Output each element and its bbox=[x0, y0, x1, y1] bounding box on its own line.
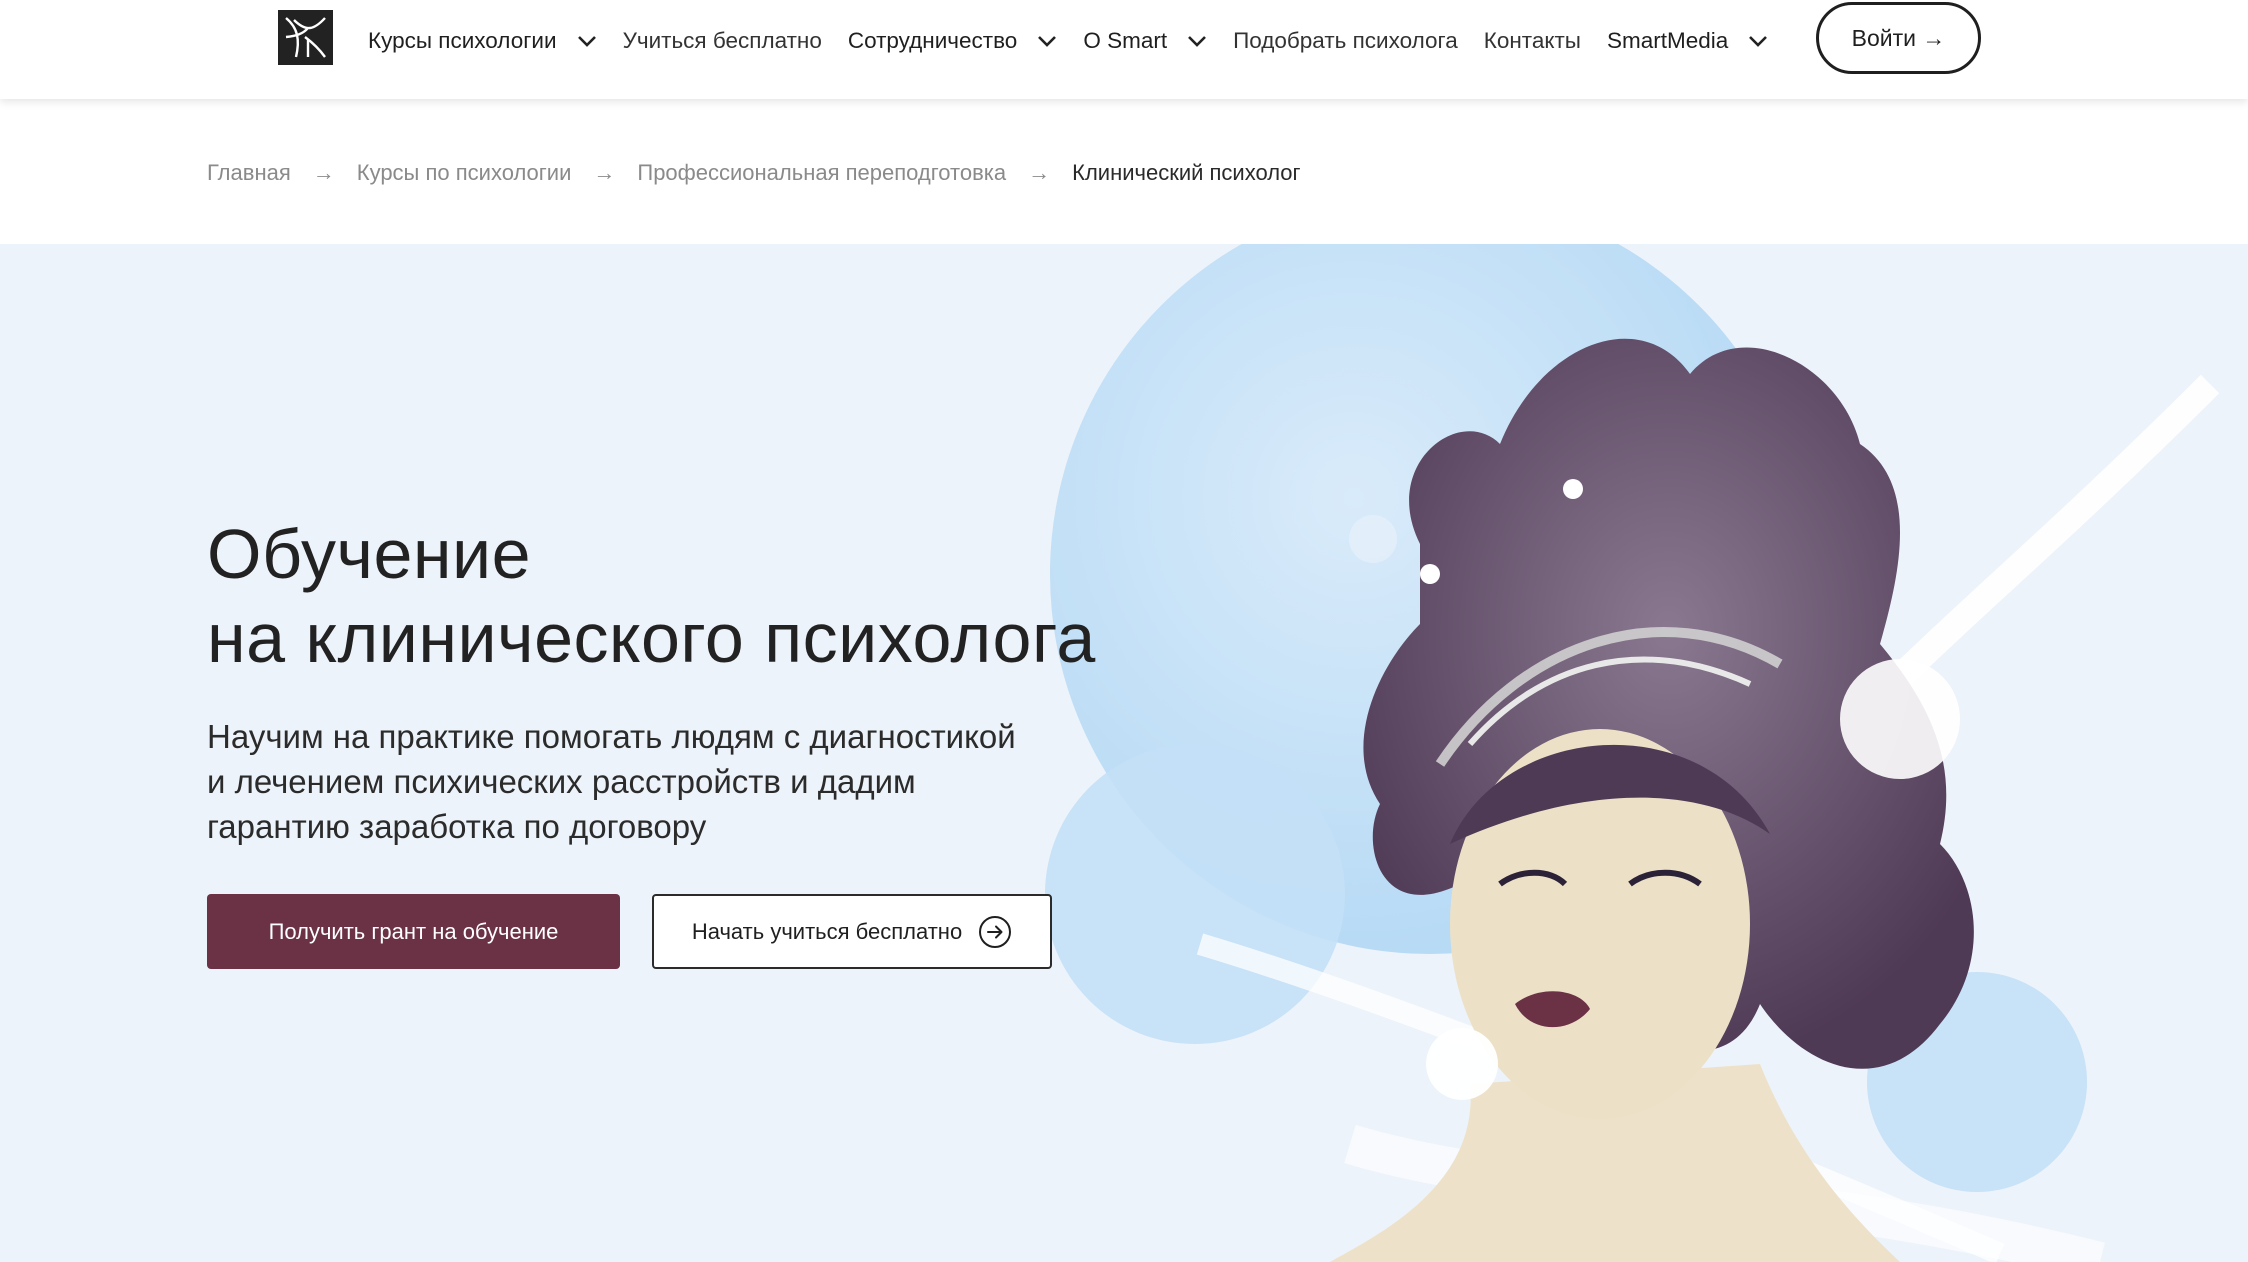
title-line: Обучение bbox=[207, 515, 532, 593]
hero-subtitle: Научим на практике помогать людям с диаг… bbox=[207, 714, 1016, 849]
nav-label: Курсы психологии bbox=[368, 28, 557, 53]
nav-label: Контакты bbox=[1483, 28, 1581, 53]
nav-item-smartmedia[interactable]: SmartMedia bbox=[1607, 28, 1768, 54]
chevron-down-icon bbox=[1749, 36, 1768, 47]
breadcrumb-current: Клинический психолог bbox=[1072, 160, 1301, 185]
main-nav: Курсы психологии Учиться бесплатно Сотру… bbox=[368, 0, 1794, 82]
subtitle-line: и лечением психических расстройств и дад… bbox=[207, 763, 916, 800]
nav-item-cooperation[interactable]: Сотрудничество bbox=[848, 28, 1057, 54]
title-line: на клинического психолога bbox=[207, 599, 1096, 677]
breadcrumb-link-courses[interactable]: Курсы по психологии bbox=[357, 160, 572, 186]
nav-item-about[interactable]: О Smart bbox=[1083, 28, 1207, 54]
get-grant-button[interactable]: Получить грант на обучение bbox=[207, 894, 620, 969]
subtitle-line: гарантию заработка по договору bbox=[207, 808, 707, 845]
nav-item-free-study[interactable]: Учиться бесплатно bbox=[623, 28, 822, 54]
nav-item-contacts[interactable]: Контакты bbox=[1484, 28, 1581, 54]
nav-item-find-psychologist[interactable]: Подобрать психолога bbox=[1233, 28, 1458, 54]
chevron-down-icon bbox=[1038, 36, 1057, 47]
arrow-right-icon: → bbox=[312, 160, 335, 185]
breadcrumb-link-home[interactable]: Главная bbox=[207, 160, 291, 186]
start-free-button[interactable]: Начать учиться бесплатно bbox=[652, 894, 1052, 969]
arrow-right-icon: → bbox=[1028, 160, 1051, 185]
login-label: Войти → bbox=[1851, 24, 1946, 51]
subtitle-line: Научим на практике помогать людям с диаг… bbox=[207, 718, 1016, 755]
breadcrumb-link-retraining[interactable]: Профессиональная переподготовка bbox=[637, 160, 1006, 186]
page-title: Обучение на клинического психолога bbox=[207, 512, 1096, 680]
nav-label: Сотрудничество bbox=[847, 28, 1018, 53]
logo-icon[interactable] bbox=[278, 10, 333, 65]
nav-label: О Smart bbox=[1083, 28, 1168, 53]
nav-label: Подобрать психолога bbox=[1233, 28, 1458, 53]
hero-section: Обучение на клинического психолога Научи… bbox=[0, 244, 2248, 1262]
button-label: Получить грант на обучение bbox=[268, 918, 559, 944]
nav-item-courses[interactable]: Курсы психологии bbox=[368, 28, 597, 54]
circle-arrow-right-icon bbox=[979, 915, 1012, 948]
button-label: Начать учиться бесплатно bbox=[691, 918, 963, 944]
nav-label: SmartMedia bbox=[1606, 28, 1729, 53]
login-button[interactable]: Войти → bbox=[1816, 2, 1981, 74]
breadcrumb: Главная → Курсы по психологии → Професси… bbox=[207, 160, 1301, 186]
chevron-down-icon bbox=[577, 36, 596, 47]
chevron-down-icon bbox=[1188, 36, 1206, 47]
arrow-right-icon: → bbox=[593, 160, 616, 185]
site-header: Курсы психологии Учиться бесплатно Сотру… bbox=[0, 0, 2248, 99]
nav-label: Учиться бесплатно bbox=[622, 28, 822, 53]
